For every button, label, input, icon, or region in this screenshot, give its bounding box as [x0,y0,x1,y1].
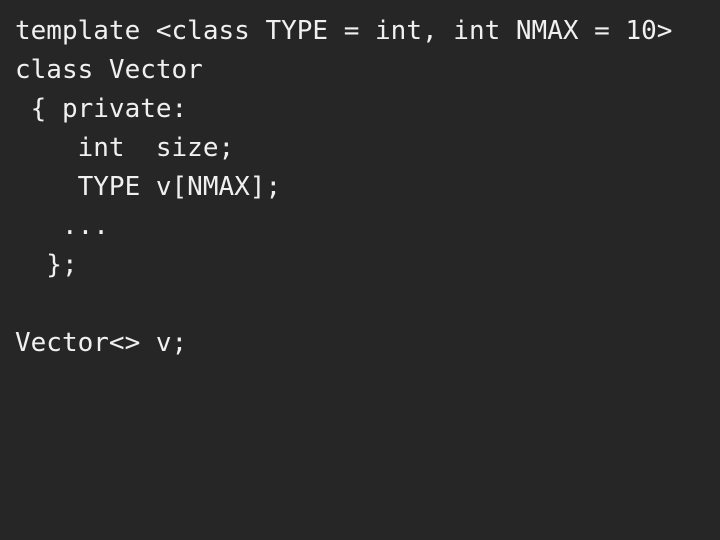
code-line: Vector<> v; [15,328,188,358]
code-line: { private: [15,94,188,124]
code-line: }; [15,250,78,280]
code-line: ... [15,211,109,241]
code-line: template <class TYPE = int, int NMAX = 1… [15,16,673,46]
code-line: class Vector [15,55,203,85]
code-block: template <class TYPE = int, int NMAX = 1… [15,12,672,363]
code-content: template <class TYPE = int, int NMAX = 1… [15,12,672,363]
code-line: int size; [15,133,235,163]
code-line: TYPE v[NMAX]; [15,172,282,202]
code-slide: template <class TYPE = int, int NMAX = 1… [0,0,720,540]
